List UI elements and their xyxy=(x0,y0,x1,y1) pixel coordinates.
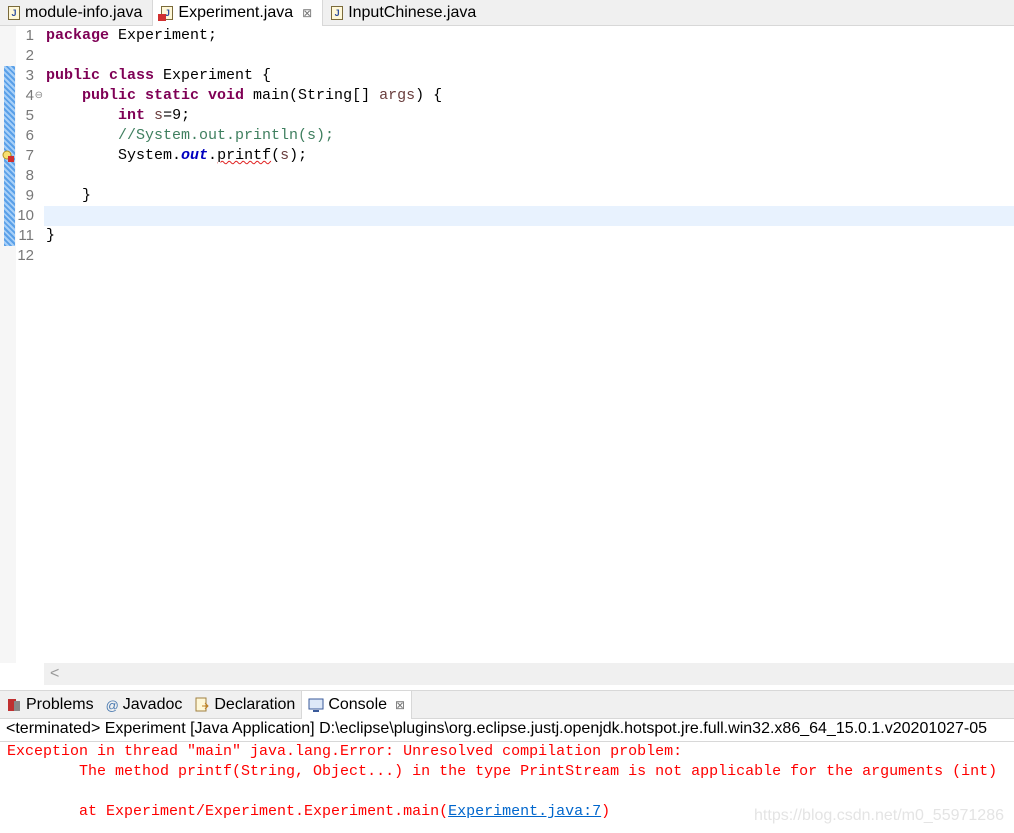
line-number: 8 xyxy=(25,167,34,184)
tab-declaration[interactable]: Declaration xyxy=(188,691,301,719)
code-line-1: package Experiment; xyxy=(46,27,218,44)
console-line: The method printf(String, Object...) in … xyxy=(7,763,998,780)
line-number: 11 xyxy=(18,227,34,244)
code-line-11: } xyxy=(46,227,56,244)
code-line-3: public class Experiment { xyxy=(46,67,272,84)
panel-tab-bar: Problems @ Javadoc Declaration Console ⊠ xyxy=(0,690,1014,719)
error-squiggle: printf xyxy=(217,147,272,164)
watermark: https://blog.csdn.net/m0_55971286 xyxy=(754,807,1004,824)
line-numbers: 1 2 3 4 ⊖ 5 6 7 8 9 10 11 12 xyxy=(16,26,44,663)
code-line-4: public static void main(String[] args) { xyxy=(82,87,443,104)
line-number: 6 xyxy=(25,127,34,144)
tab-javadoc[interactable]: @ Javadoc xyxy=(100,691,189,719)
stack-trace-link[interactable]: Experiment.java:7 xyxy=(448,803,601,820)
error-quickfix-icon xyxy=(2,150,14,162)
line-number: 3 xyxy=(25,67,34,84)
java-file-icon: J xyxy=(8,6,20,20)
code-line-6: //System.out.println(s); xyxy=(118,127,335,144)
line-number: 10 xyxy=(17,207,34,224)
close-icon[interactable]: ⊠ xyxy=(302,6,312,20)
code-line-9: } xyxy=(46,187,92,204)
declaration-icon xyxy=(195,697,210,712)
code-line-7: System.out.printf(s); xyxy=(46,147,308,164)
tab-module-info[interactable]: Jmodule-info.java xyxy=(0,0,152,26)
java-file-icon: J xyxy=(331,6,344,20)
horizontal-scrollbar[interactable]: < xyxy=(44,663,1014,685)
problems-icon xyxy=(8,699,20,711)
console-status: <terminated> Experiment [Java Applicatio… xyxy=(6,720,988,737)
editor-tab-bar: Jmodule-info.java J Experiment.java ⊠ J Inp… xyxy=(0,0,1014,26)
code-line-5: int s=9; xyxy=(118,107,191,124)
tab-problems[interactable]: Problems xyxy=(0,691,100,719)
overview-ruler xyxy=(0,26,16,663)
tab-console[interactable]: Console ⊠ xyxy=(301,691,413,719)
tab-experiment[interactable]: J Experiment.java ⊠ xyxy=(152,0,324,26)
current-line-highlight xyxy=(44,206,1014,226)
line-number: 12 xyxy=(17,247,34,264)
fold-toggle-icon[interactable]: ⊖ xyxy=(35,86,43,106)
line-number: 7 xyxy=(25,147,34,164)
close-icon[interactable]: ⊠ xyxy=(395,698,405,712)
line-number: 1 xyxy=(25,27,34,44)
console-line: Exception in thread "main" java.lang.Err… xyxy=(7,743,692,760)
line-number: 5 xyxy=(25,107,34,124)
java-file-error-icon: J xyxy=(158,6,174,21)
javadoc-icon: @ xyxy=(105,697,119,713)
console-line: at Experiment/Experiment.Experiment.main… xyxy=(7,803,611,820)
tab-input-chinese[interactable]: J InputChinese.java xyxy=(323,0,486,26)
line-number: 4 xyxy=(25,87,34,104)
console-output[interactable]: Exception in thread "main" java.lang.Err… xyxy=(0,741,1014,833)
line-number: 9 xyxy=(25,187,34,204)
line-number: 2 xyxy=(25,47,34,64)
console-icon xyxy=(308,698,324,712)
code-editor[interactable]: 1 2 3 4 ⊖ 5 6 7 8 9 10 11 12 package Experiment; pub… xyxy=(0,26,1014,685)
scroll-left-icon[interactable]: < xyxy=(50,665,59,682)
